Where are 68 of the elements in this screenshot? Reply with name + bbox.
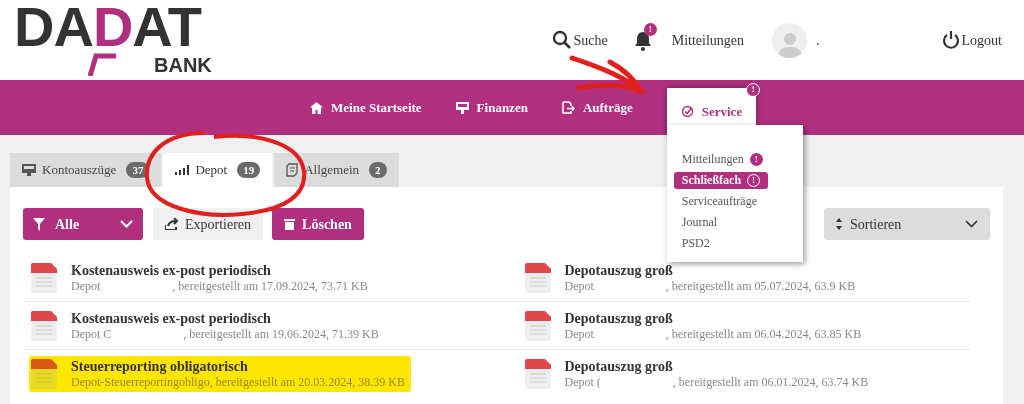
trash-icon [284,218,296,230]
search-icon [551,30,572,50]
export-button[interactable]: Exportieren [153,208,264,240]
notification-badge: ! [643,23,657,36]
tab[interactable]: Depot 19 [163,153,273,187]
logo-letters: AT [132,0,201,54]
document-account: Depot [71,278,101,294]
menu-item[interactable]: Schließfach ! [673,172,769,189]
tab[interactable]: Allgemein 2 [274,153,399,187]
user-name: . [816,31,820,50]
menu-item[interactable]: Mitteilungen ! [681,151,763,168]
logo-letters: D [92,0,133,54]
tab[interactable]: Kontoauszüge 37 [10,153,162,187]
monitor-icon [455,101,469,114]
document-title[interactable]: Kostenausweis ex-post periodisch [71,309,379,327]
delete-button[interactable]: Löschen [272,208,364,240]
count-badge: 2 [369,162,387,178]
document-account: Depot-Steuerreportingobligo [71,375,210,390]
pdf-file-icon[interactable] [524,262,551,293]
logout-button[interactable]: Logout [941,29,1002,51]
export-icon [165,218,179,230]
signal-bars-icon [175,165,190,175]
menu-item[interactable]: Serviceaufträge [681,193,758,210]
pdf-file-icon[interactable] [524,310,551,341]
logo-letters: DA [14,0,93,54]
nav-item[interactable]: Finanzen [455,80,528,135]
count-badge: 19 [237,162,261,178]
document-title[interactable]: Kostenausweis ex-post periodisch [71,261,368,279]
document-title[interactable]: Depotauszug groß [564,309,862,327]
search-button[interactable]: Suche [551,29,608,51]
document-details: , bereitgestellt am 06.01.2024, 63.74 KB [672,375,869,390]
document-details: , bereitgestellt am 06.04.2024, 63.85 KB [665,326,862,342]
pdf-file-icon[interactable] [31,262,57,293]
check-circle-icon [680,105,694,118]
pdf-file-icon[interactable] [524,359,551,389]
document-account: Depot C [71,326,112,342]
document-title[interactable]: Steuerreporting obligatorisch [71,358,405,375]
nav-item[interactable]: Meine Startseite [310,80,422,135]
document-title[interactable]: Depotauszug groß [564,261,856,279]
document-details: , bereitgestellt am 19.06.2024, 71.39 KB [183,326,379,342]
chevron-down-icon [120,220,133,228]
menu-item[interactable]: Journal [681,214,718,231]
nav-item[interactable]: Aufträge [561,80,633,135]
logo-subtitle: BANK [154,54,212,76]
document-arrow-icon [561,101,575,114]
pdf-file-icon[interactable] [31,359,57,389]
document-details: , bereitgestellt am 05.07.2024, 63.9 KB [665,278,856,294]
chevron-down-icon [965,220,978,228]
power-icon [941,30,960,50]
alert-badge: ! [749,153,763,166]
bell-icon[interactable] [633,31,652,51]
monitor-icon [22,164,36,176]
menu-item[interactable]: PSD2 [681,235,710,252]
sort-dropdown[interactable]: Sortieren [824,208,990,240]
pdf-file-icon[interactable] [31,310,57,341]
document-account: Depot ( [564,375,601,390]
alert-badge: ! [746,83,761,97]
document-details: , bereitgestellt am 20.03.2024, 38.39 KB [209,375,405,390]
document-account: Depot [564,278,594,294]
home-icon [310,101,323,114]
filter-dropdown[interactable]: Alle [23,208,143,240]
document-title[interactable]: Depotauszug groß [564,358,869,375]
funnel-icon [33,217,45,231]
sort-icon [836,218,842,230]
notifications-link[interactable]: Mitteilungen [671,29,745,51]
document-account: Depot [564,326,594,342]
document-details: , bereitgestellt am 17.09.2024, 73.71 KB [172,278,368,294]
document-icon [286,163,299,177]
